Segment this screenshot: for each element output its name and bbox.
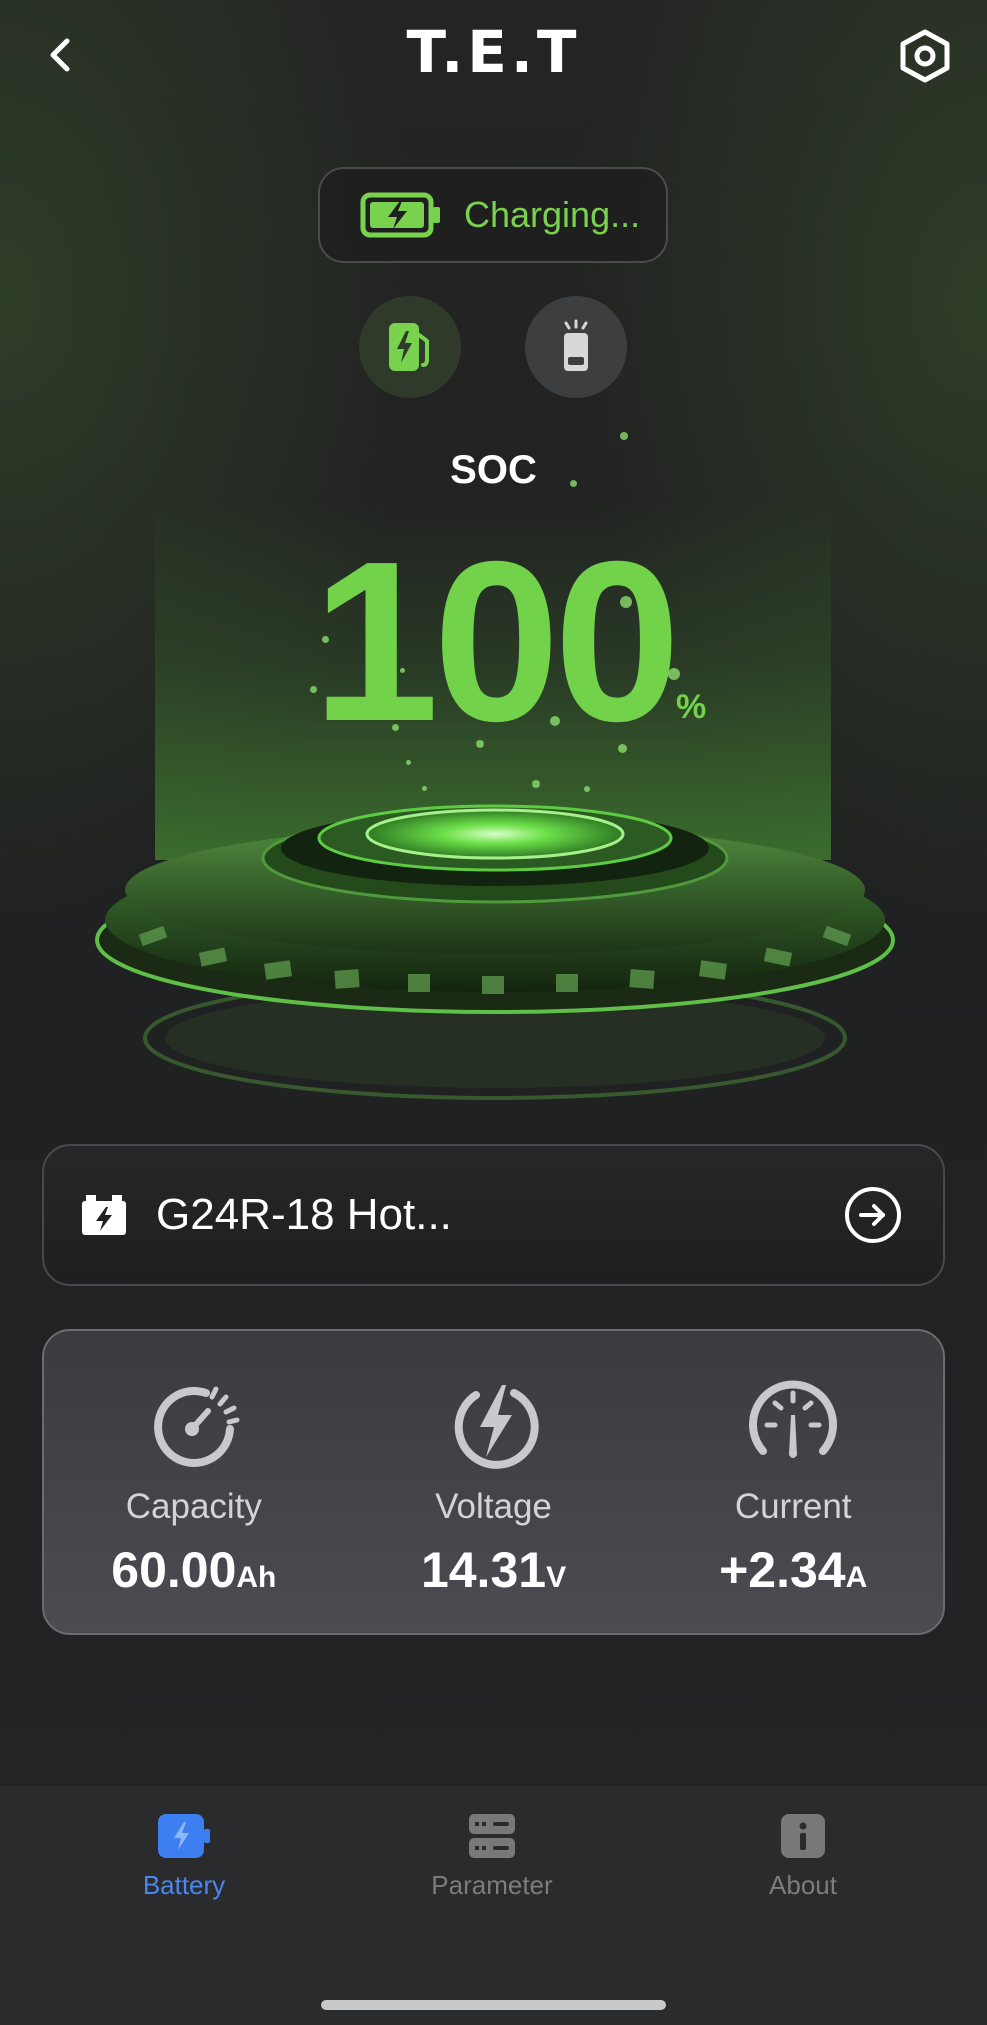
soc-label: SOC — [450, 448, 537, 492]
car-battery-icon — [82, 1195, 126, 1235]
battery-screen: T.E.T Charging... SOC 100 % G24R-18 Hot.… — [0, 0, 987, 2025]
metric-number: 60.00 — [111, 1542, 237, 1598]
particle — [570, 480, 577, 487]
particle — [406, 760, 411, 765]
particle — [550, 716, 560, 726]
particle — [532, 780, 540, 788]
device-name: G24R-18 Hot... — [156, 1190, 452, 1239]
home-indicator — [321, 2000, 666, 2010]
particle — [618, 744, 627, 753]
particle — [620, 596, 632, 608]
particle — [322, 636, 329, 643]
particle — [668, 668, 680, 680]
metric-value: +2.34A — [719, 1541, 867, 1599]
metric-label: Voltage — [435, 1487, 552, 1526]
metric-value: 60.00Ah — [111, 1541, 276, 1599]
metric-unit: A — [845, 1561, 868, 1594]
battery-level-icon — [564, 319, 588, 371]
bolt-circle-icon — [454, 1385, 539, 1469]
nav-label: About — [769, 1870, 837, 1900]
nav-item-about[interactable]: About — [703, 1812, 903, 1901]
battery-charging-icon — [360, 192, 440, 238]
speedometer-icon — [153, 1386, 240, 1467]
particle — [476, 740, 484, 748]
app-logo: T.E.T — [406, 18, 581, 86]
metric-voltage: Voltage 14.31V — [344, 1331, 644, 1633]
podium-illustration — [95, 804, 895, 1100]
metrics-card: Capacity 60.00Ah Voltage 14.31V Current … — [42, 1329, 945, 1635]
nav-item-parameter[interactable]: Parameter — [392, 1812, 592, 1901]
settings-button[interactable] — [899, 28, 951, 84]
soc-unit: % — [676, 688, 707, 726]
nav-label: Parameter — [431, 1870, 553, 1900]
metric-unit: Ah — [236, 1561, 277, 1594]
soc-value: 100 — [312, 515, 680, 769]
metric-number: 14.31 — [420, 1542, 547, 1598]
info-icon — [781, 1814, 825, 1858]
particle — [310, 686, 317, 693]
metric-unit: V — [546, 1561, 567, 1594]
charging-station-icon — [389, 323, 429, 371]
particle — [400, 668, 405, 673]
charging-status-pill: Charging... — [318, 167, 668, 263]
metric-current: Current +2.34A — [643, 1331, 943, 1633]
battery-mode-button[interactable] — [525, 296, 627, 398]
device-card[interactable]: G24R-18 Hot... — [42, 1144, 945, 1286]
metric-label: Capacity — [125, 1487, 262, 1526]
battery-icon — [158, 1814, 210, 1858]
metric-label: Current — [734, 1487, 852, 1526]
hexagon-settings-icon — [900, 29, 950, 83]
metric-capacity: Capacity 60.00Ah — [44, 1331, 344, 1633]
charging-status-text: Charging... — [464, 194, 641, 235]
particle — [620, 432, 628, 440]
metric-number: +2.34 — [719, 1542, 846, 1598]
nav-label: Battery — [142, 1870, 226, 1900]
bottom-nav: Battery Parameter About — [0, 1786, 987, 2025]
arrow-right-circle-icon[interactable] — [843, 1185, 903, 1245]
gauge-icon — [749, 1380, 838, 1458]
particle — [392, 724, 399, 731]
server-icon — [469, 1814, 515, 1858]
metric-value: 14.31V — [421, 1541, 566, 1599]
charge-mode-button[interactable] — [359, 296, 461, 398]
nav-item-battery[interactable]: Battery — [84, 1812, 284, 1901]
